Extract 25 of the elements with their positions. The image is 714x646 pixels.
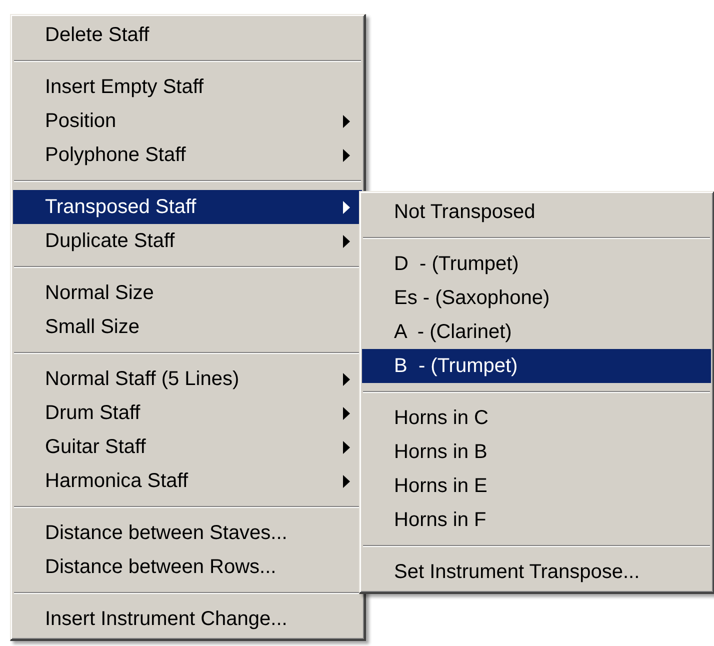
menu-item[interactable]: Normal Staff (5 Lines) — [13, 362, 362, 396]
menu-item[interactable]: Duplicate Staff — [13, 224, 362, 258]
menu-item[interactable]: Position — [13, 104, 362, 138]
menu-item[interactable]: Transposed Staff — [13, 190, 362, 224]
menu-item[interactable]: Horns in B — [362, 435, 711, 469]
menu-item[interactable]: Insert Instrument Change... — [13, 602, 362, 636]
menu-item[interactable]: Es - (Saxophone) — [362, 281, 711, 315]
menu-item[interactable]: B - (Trumpet) — [362, 349, 711, 383]
menu-item[interactable]: Horns in F — [362, 503, 711, 537]
menu-item[interactable]: Delete Staff — [13, 18, 362, 52]
menu-item[interactable]: Distance between Staves... — [13, 516, 362, 550]
menu-item[interactable]: Small Size — [13, 310, 362, 344]
menu-item[interactable]: Set Instrument Transpose... — [362, 555, 711, 589]
menu-item[interactable]: Polyphone Staff — [13, 138, 362, 172]
menu-item[interactable]: A - (Clarinet) — [362, 315, 711, 349]
menu-item[interactable]: Not Transposed — [362, 195, 711, 229]
menu-item[interactable]: D - (Trumpet) — [362, 247, 711, 281]
menu-item[interactable]: Harmonica Staff — [13, 464, 362, 498]
menu-item[interactable]: Normal Size — [13, 276, 362, 310]
menu-item[interactable]: Horns in C — [362, 401, 711, 435]
menu-item[interactable]: Drum Staff — [13, 396, 362, 430]
menu-item[interactable]: Distance between Rows... — [13, 550, 362, 584]
menu-item[interactable]: Horns in E — [362, 469, 711, 503]
menu-item[interactable]: Insert Empty Staff — [13, 70, 362, 104]
menu-item[interactable]: Guitar Staff — [13, 430, 362, 464]
